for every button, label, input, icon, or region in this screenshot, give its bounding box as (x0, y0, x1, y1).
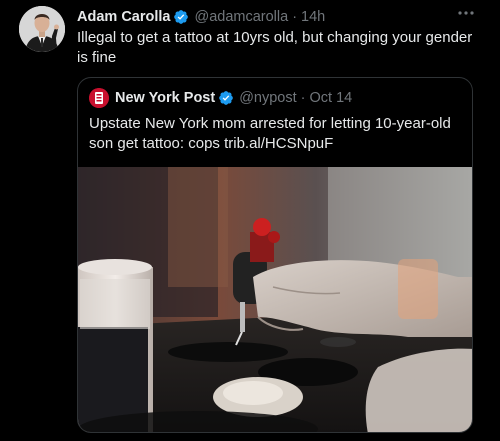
nypost-logo-icon (89, 88, 109, 108)
quoted-timestamp[interactable]: Oct 14 (310, 90, 353, 106)
quoted-tweet-header: New York Post @nypost · Oct 14 (89, 88, 352, 108)
separator: · (292, 9, 298, 25)
separator: · (300, 90, 306, 106)
quoted-tweet-text: Upstate New York mom arrested for lettin… (89, 115, 451, 152)
display-name[interactable]: Adam Carolla (77, 9, 170, 25)
tweet-text: Illegal to get a tattoo at 10yrs old, bu… (77, 29, 477, 66)
handle[interactable]: @adamcarolla (194, 9, 288, 25)
quoted-display-name[interactable]: New York Post (115, 90, 215, 106)
tweet-header: Adam Carolla @adamcarolla · 14h (77, 7, 325, 27)
verified-badge-icon (219, 91, 234, 105)
more-dots-icon (458, 11, 474, 15)
nypost-avatar[interactable] (89, 88, 109, 108)
profile-photo (19, 6, 65, 52)
quoted-tweet[interactable]: New York Post @nypost · Oct 14 Upstate N… (77, 77, 473, 433)
more-icon[interactable] (455, 4, 477, 22)
tweet[interactable]: Adam Carolla @adamcarolla · 14h Illegal … (0, 0, 500, 441)
timestamp[interactable]: 14h (301, 9, 325, 25)
avatar[interactable] (19, 6, 65, 52)
verified-badge-icon (174, 10, 189, 24)
article-image[interactable] (78, 167, 472, 432)
tattoo-photo (78, 167, 472, 432)
quoted-handle[interactable]: @nypost (239, 90, 296, 106)
